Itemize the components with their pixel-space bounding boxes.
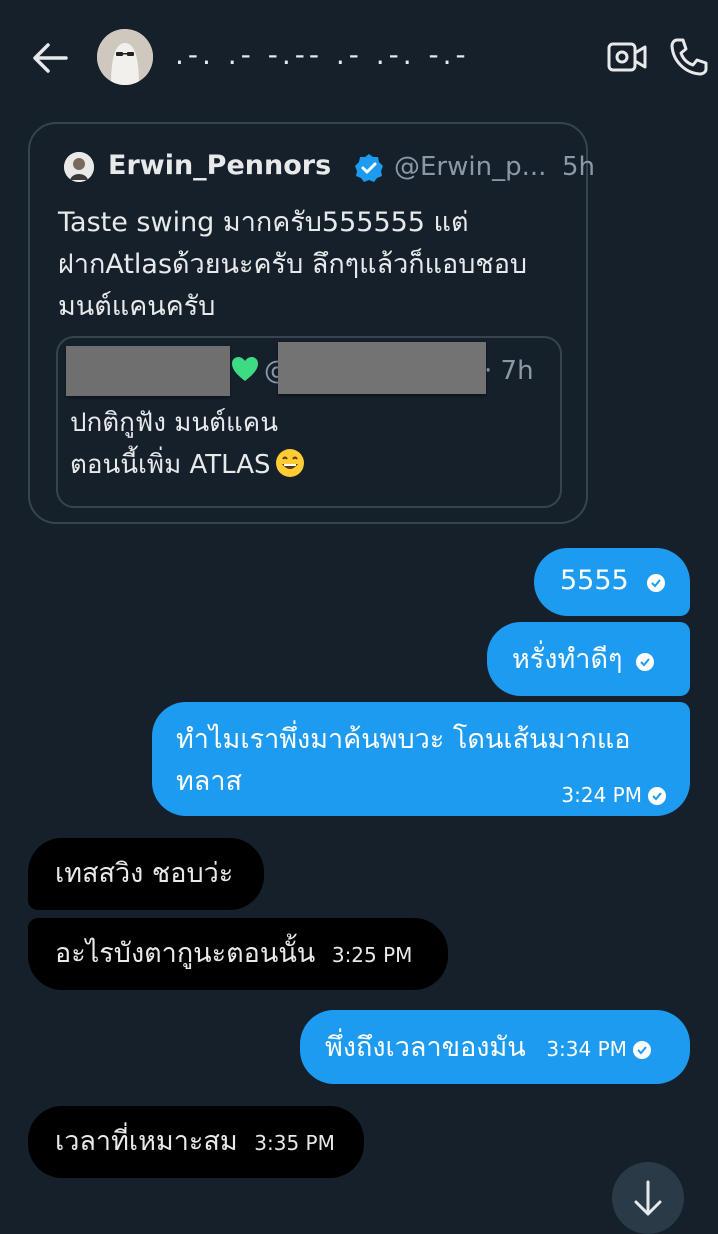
message-time: 3:25 PM <box>331 943 413 967</box>
grinning-emoji-icon <box>275 449 304 477</box>
verified-badge-icon <box>355 154 383 182</box>
message-time: 3:24 PM <box>561 783 642 807</box>
read-check-icon <box>648 787 666 805</box>
message-time: 3:35 PM <box>254 1131 335 1155</box>
message-meta: 3:34 PM <box>546 1037 651 1061</box>
message-text: หรั่งทำดีๆ <box>512 644 623 675</box>
read-check-icon <box>632 1041 651 1059</box>
read-check-icon <box>636 653 655 671</box>
message-bubble-sent[interactable]: ทำไมเราพึ่งมาค้นพบวะ โดนเส้นมากแอทลาส 3:… <box>152 702 690 816</box>
message-time: 3:34 PM <box>546 1037 627 1061</box>
author-avatar <box>64 152 94 182</box>
message-text: พึ่งถึงเวลาของมัน <box>325 1032 526 1063</box>
message-bubble-received[interactable]: เวลาที่เหมาะสม 3:35 PM <box>28 1106 364 1178</box>
author-name[interactable]: Erwin_Pennors <box>108 150 331 181</box>
quoted-tweet-card[interactable]: @ · 7h ปกติกูฟัง มนต์แคน ตอนนี้เพิ่ม ATL… <box>56 336 562 508</box>
message-text: เวลาที่เหมาะสม <box>55 1126 238 1157</box>
message-text: 5555 <box>560 565 629 596</box>
message-bubble-sent[interactable]: 5555 <box>534 548 690 616</box>
shared-tweet-card[interactable]: Erwin_Pennors @Erwin_p... 5h Taste swing… <box>28 122 595 524</box>
author-handle: @Erwin_p... <box>394 152 547 182</box>
message-meta: 3:24 PM <box>561 774 666 816</box>
redacted-handle-block <box>278 342 486 394</box>
quoted-tweet-text-content: ปกติกูฟัง มนต์แคน ตอนนี้เพิ่ม ATLAS <box>70 408 278 480</box>
avatar[interactable] <box>97 29 153 85</box>
green-heart-icon <box>232 357 258 381</box>
scroll-to-bottom-button[interactable] <box>612 1162 684 1234</box>
message-bubble-received[interactable]: อะไรบังตากูนะตอนนั้น 3:25 PM <box>28 918 448 990</box>
message-bubble-received[interactable]: เทสสวิง ชอบว่ะ <box>28 838 264 910</box>
message-text: เทสสวิง ชอบว่ะ <box>55 858 234 889</box>
chat-header: .-. .- -.-- .- .-. -.- <box>0 0 718 112</box>
message-bubble-sent[interactable]: พึ่งถึงเวลาของมัน 3:34 PM <box>300 1010 690 1084</box>
message-text: อะไรบังตากูนะตอนนั้น <box>55 938 316 969</box>
read-check-icon <box>646 574 665 592</box>
quoted-tweet-text: ปกติกูฟัง มนต์แคน ตอนนี้เพิ่ม ATLAS <box>70 402 550 486</box>
chat-name[interactable]: .-. .- -.-- .- .-. -.- <box>175 38 470 71</box>
message-bubble-sent[interactable]: หรั่งทำดีๆ <box>487 622 690 696</box>
arrow-down-icon <box>634 1180 662 1216</box>
arrow-left-icon[interactable] <box>30 38 70 78</box>
tweet-time: 5h <box>562 152 596 182</box>
tweet-text: Taste swing มากครับ555555 แต่ ฝากAtlasด้… <box>58 207 528 322</box>
quoted-tweet-time: · 7h <box>484 356 534 386</box>
video-camera-icon[interactable] <box>606 38 648 76</box>
redacted-name-block <box>66 346 230 396</box>
phone-icon[interactable] <box>668 36 710 78</box>
